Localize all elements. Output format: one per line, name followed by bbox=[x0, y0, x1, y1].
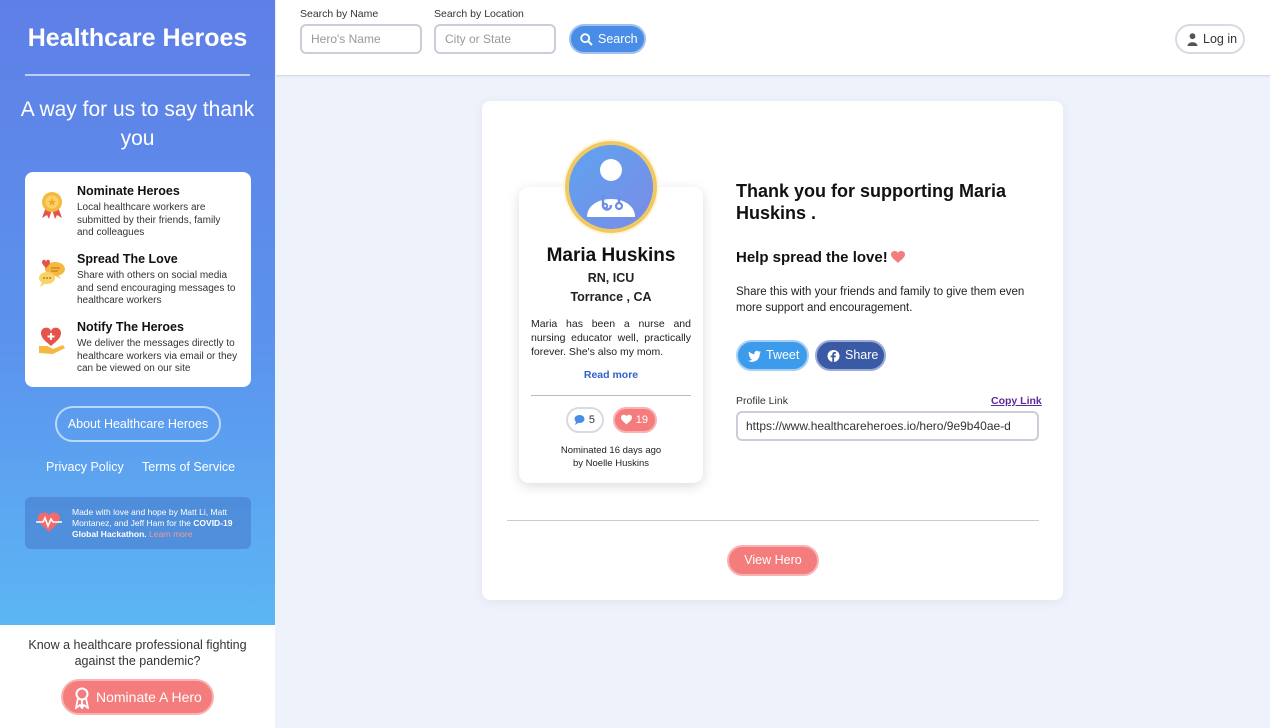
ribbon-icon bbox=[74, 687, 90, 709]
profile-link-field[interactable]: https://www.healthcareheroes.io/hero/9e9… bbox=[736, 411, 1039, 441]
view-hero-button[interactable]: View Hero bbox=[727, 545, 819, 576]
likes-count[interactable]: 19 bbox=[613, 407, 657, 433]
hero-role: RN, ICU bbox=[587, 271, 635, 285]
profile-link-label: Profile Link bbox=[736, 395, 788, 407]
search-name-label: Search by Name bbox=[300, 8, 379, 20]
nominated-by: by Noelle Huskins bbox=[572, 458, 650, 469]
hero-avatar bbox=[565, 141, 657, 233]
feature-description: We deliver the messages directly to heal… bbox=[77, 338, 238, 374]
twitter-icon bbox=[748, 350, 761, 362]
read-more-link[interactable]: Read more bbox=[519, 369, 703, 381]
share-description: Share this with your friends and family … bbox=[736, 286, 1025, 314]
hero-location: Torrance , CA bbox=[570, 290, 652, 304]
comments-number: 5 bbox=[588, 414, 595, 426]
nominated-when: Nominated 16 days ago bbox=[560, 445, 662, 456]
doctor-avatar-icon bbox=[587, 159, 635, 217]
location-input[interactable]: City or State bbox=[434, 24, 556, 54]
feature-description: Local healthcare workers are submitted b… bbox=[77, 202, 221, 238]
credits-box: Made with love and hope by Matt Li, Matt… bbox=[25, 497, 251, 549]
heart-icon bbox=[890, 250, 905, 263]
tweet-label: Tweet bbox=[766, 348, 800, 362]
heart-pulse-icon bbox=[36, 512, 62, 532]
facebook-share-button[interactable]: Share bbox=[815, 340, 886, 371]
nominated-info: Nominated 16 days ago by Noelle Huskins bbox=[519, 444, 703, 470]
brand-divider bbox=[25, 74, 250, 76]
nominate-hero-button[interactable]: Nominate A Hero bbox=[61, 679, 214, 715]
login-label: Log in bbox=[1203, 32, 1238, 46]
login-button[interactable]: Log in bbox=[1175, 24, 1245, 54]
hero-card-divider bbox=[531, 395, 691, 396]
feature-description: Share with others on social media and se… bbox=[77, 270, 236, 306]
sidebar-panel: Healthcare Heroes A way for us to say th… bbox=[0, 0, 275, 625]
thanks-heading: Thank you for supporting Maria Huskins . bbox=[736, 181, 1007, 223]
sidebar: Healthcare Heroes A way for us to say th… bbox=[0, 0, 275, 728]
comments-count[interactable]: 5 bbox=[566, 407, 604, 433]
tagline: A way for us to say thank you bbox=[20, 98, 255, 150]
user-icon bbox=[1187, 33, 1198, 46]
feature-title: Spread The Love bbox=[77, 252, 178, 266]
search-icon bbox=[580, 33, 593, 46]
feature-title: Nominate Heroes bbox=[77, 184, 180, 198]
copy-link-button[interactable]: Copy Link bbox=[991, 395, 1042, 407]
about-button[interactable]: About Healthcare Heroes bbox=[55, 406, 221, 442]
share-label: Share bbox=[845, 348, 879, 362]
brand-title[interactable]: Healthcare Heroes bbox=[0, 24, 275, 53]
learn-more-link[interactable]: Learn more bbox=[149, 529, 192, 539]
chat-bubbles-icon bbox=[39, 259, 65, 287]
hero-bio: Maria has been a nurse and nursing educa… bbox=[531, 318, 691, 358]
credits-text: Made with love and hope by Matt Li, Matt… bbox=[72, 507, 244, 540]
privacy-policy-link[interactable]: Privacy Policy bbox=[46, 460, 124, 474]
likes-number: 19 bbox=[635, 414, 648, 426]
search-label: Search bbox=[598, 32, 638, 46]
facebook-icon bbox=[827, 350, 840, 362]
nominate-cta: Know a healthcare professional fighting … bbox=[0, 625, 275, 728]
hero-name: Maria Huskins bbox=[546, 245, 676, 266]
search-location-label: Search by Location bbox=[434, 8, 524, 20]
spread-text: Help spread the love! bbox=[736, 249, 888, 266]
share-card: Maria Huskins RN, ICU Torrance , CA Mari… bbox=[482, 101, 1063, 600]
top-bar: Search by Name Hero's Name Search by Loc… bbox=[276, 0, 1270, 76]
tweet-button[interactable]: Tweet bbox=[736, 340, 809, 371]
search-button[interactable]: Search bbox=[569, 24, 646, 54]
feature-title: Notify The Heroes bbox=[77, 320, 184, 334]
heart-hand-icon bbox=[39, 327, 65, 354]
nominate-label: Nominate A Hero bbox=[96, 689, 202, 705]
spread-heading: Help spread the love! bbox=[736, 249, 905, 266]
award-ribbon-icon bbox=[42, 192, 62, 219]
terms-of-service-link[interactable]: Terms of Service bbox=[142, 460, 235, 474]
hero-name-input[interactable]: Hero's Name bbox=[300, 24, 422, 54]
card-divider bbox=[507, 520, 1039, 521]
features-card: Nominate Heroes Local healthcare workers… bbox=[25, 172, 251, 387]
cta-question: Know a healthcare professional fighting … bbox=[28, 638, 247, 668]
heart-icon bbox=[621, 414, 632, 425]
comment-icon bbox=[574, 415, 585, 425]
